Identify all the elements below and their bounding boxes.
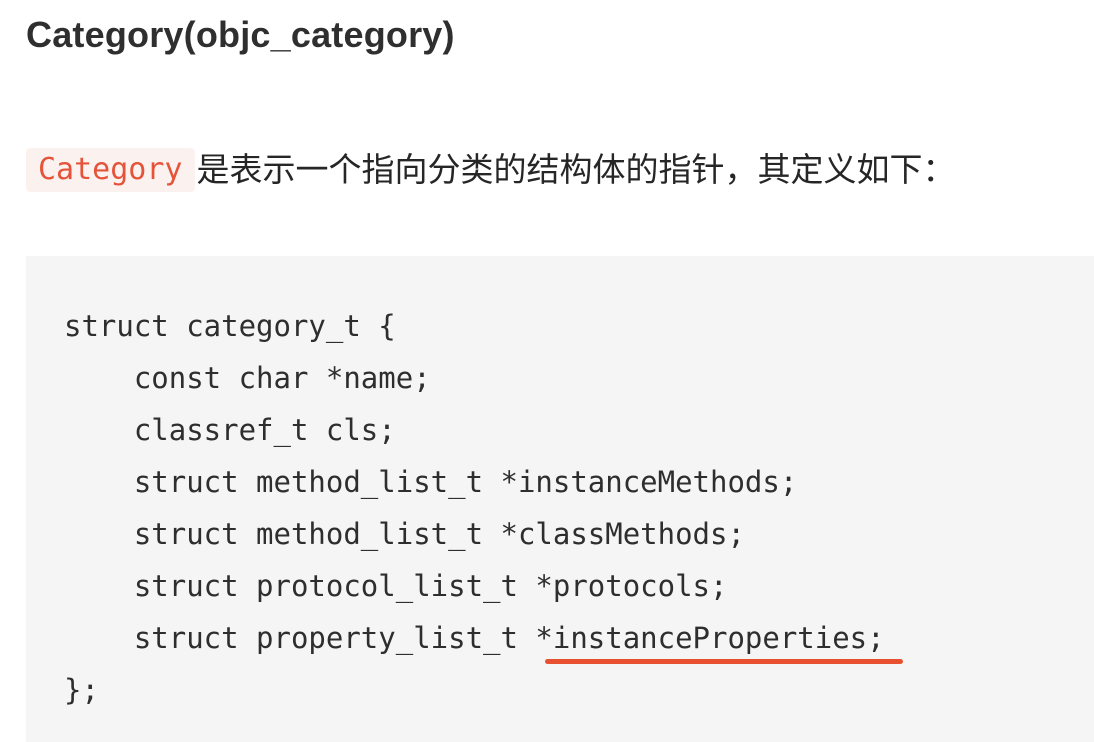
code-line-1: struct category_t { [64, 309, 396, 343]
code-line-7: struct property_list_t *instanceProperti… [64, 618, 903, 664]
code-line-3: classref_t cls; [64, 413, 396, 447]
intro-text: 是表示一个指向分类的结构体的指针，其定义如下： [196, 150, 956, 189]
code-block: struct category_t { const char *name; cl… [26, 256, 1094, 742]
code-line-4: struct method_list_t *instanceMethods; [64, 465, 798, 499]
red-underline-annotation [545, 659, 903, 664]
code-line-8: }; [64, 673, 99, 707]
code-line-5: struct method_list_t *classMethods; [64, 517, 745, 551]
code-line-6: struct protocol_list_t *protocols; [64, 569, 728, 603]
page-heading: Category(objc_category) [26, 14, 455, 55]
inline-code-category: Category [26, 148, 195, 192]
code-line-7-prefix: struct property_list_t [64, 621, 536, 655]
highlighted-text: *instanceProperties; [535, 621, 885, 655]
highlighted-instance-properties: *instanceProperties; [535, 618, 903, 664]
intro-paragraph: Category 是表示一个指向分类的结构体的指针，其定义如下： [26, 146, 956, 194]
code-line-2: const char *name; [64, 361, 431, 395]
